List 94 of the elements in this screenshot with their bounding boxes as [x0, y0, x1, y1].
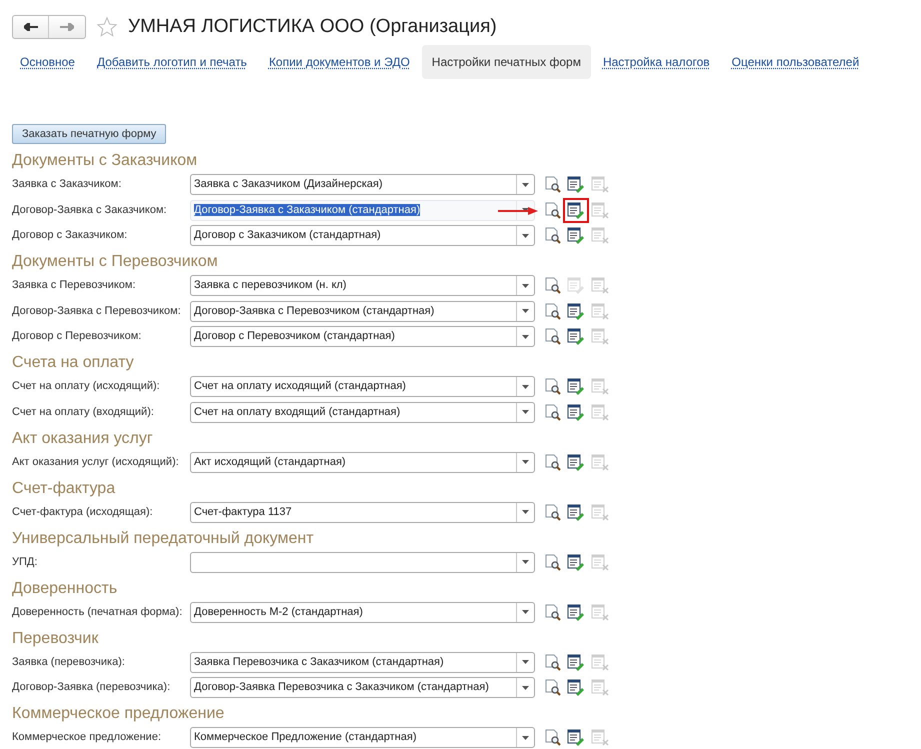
field-label: УПД:	[12, 554, 38, 570]
field-label: Заявка (перевозчика):	[12, 654, 126, 670]
field-label: Заявка с Заказчиком:	[12, 177, 122, 192]
caret-icon	[522, 182, 529, 186]
caret-icon	[522, 284, 529, 288]
field-value: Заявка Перевозчика с Заказчиком (стандартная)	[194, 656, 444, 668]
field-label: Счет на оплату (входящий):	[12, 404, 155, 420]
caret-icon	[522, 736, 529, 740]
preview-icon[interactable]	[544, 679, 561, 696]
field-label: Акт оказания услуг (исходящий):	[12, 454, 180, 470]
field-label: Договор с Перевозчиком:	[12, 329, 142, 344]
field-label: Договор-Заявка с Заказчиком:	[12, 202, 168, 218]
caret-icon	[522, 560, 529, 564]
field-label: Договор-Заявка (перевозчика):	[12, 680, 172, 696]
preview-icon[interactable]	[544, 176, 561, 193]
dropdown-field[interactable]: Договор с Заказчиком (стандартная)	[190, 225, 535, 246]
dropdown-field[interactable]: Счет-фактура 1137	[190, 502, 535, 522]
section-heading: Коммерческое предложение	[12, 704, 226, 724]
dropdown-field[interactable]: Договор-Заявка Перевозчика с Заказчиком (стандартная)	[190, 677, 535, 698]
tab[interactable]: Оценки пользователей	[722, 45, 870, 79]
field-value: Договор-Заявка с Перевозчиком (стандартная)	[194, 304, 434, 317]
section-heading: Счет-фактура	[12, 478, 116, 498]
preview-icon[interactable]	[544, 378, 561, 395]
field-value: Коммерческое Предложение (стандартная)	[194, 731, 416, 744]
edit-button[interactable]	[563, 198, 589, 222]
field-label: Коммерческое предложение:	[12, 730, 162, 746]
preview-icon[interactable]	[544, 554, 561, 570]
preview-icon[interactable]	[544, 404, 561, 420]
caret-icon	[522, 460, 529, 464]
preview-icon[interactable]	[544, 504, 561, 520]
window-title: УМНАЯ ЛОГИСТИКА ООО (Организация)	[128, 14, 497, 39]
dropdown-field[interactable]: Договор с Перевозчиком (стандартная)	[190, 326, 535, 347]
preview-icon[interactable]	[544, 654, 561, 670]
tab[interactable]: Копии документов и ЭДО	[258, 45, 420, 79]
tab[interactable]: Основное	[10, 45, 85, 79]
caret-icon	[522, 384, 529, 388]
dropdown-field[interactable]: Коммерческое Предложение (стандартная)	[190, 727, 535, 748]
caret-icon	[522, 309, 529, 313]
section-heading: Перевозчик	[12, 628, 100, 648]
section-heading: Документы с Перевозчиком	[12, 252, 219, 272]
order-print-form-button[interactable]: Заказать печатную форму	[12, 124, 166, 144]
preview-icon[interactable]	[544, 277, 561, 294]
field-value: Договор с Заказчиком (стандартная)	[194, 229, 381, 242]
caret-icon	[522, 410, 529, 414]
dropdown-field[interactable]: Доверенность М-2 (стандартная)	[190, 602, 535, 622]
star-icon[interactable]	[96, 16, 118, 38]
field-label: Договор-Заявка с Перевозчиком:	[12, 304, 182, 319]
dropdown-field[interactable]: Договор-Заявка с Заказчиком (стандартная)	[190, 200, 535, 220]
section-heading: Документы с Заказчиком	[12, 151, 198, 171]
field-value: Счет на оплату исходящий (стандартная)	[194, 380, 406, 392]
field-label: Доверенность (печатная форма):	[12, 604, 184, 620]
caret-icon	[522, 510, 529, 514]
back-arrow-icon	[24, 23, 38, 31]
preview-icon[interactable]	[544, 227, 561, 244]
preview-icon[interactable]	[544, 604, 561, 620]
section-heading: Универсальный передаточный документ	[12, 528, 315, 548]
field-value: Заявка с Заказчиком (Дизайнерская)	[194, 178, 383, 190]
tab[interactable]: Настройки печатных форм	[422, 45, 591, 79]
preview-icon[interactable]	[544, 454, 561, 470]
dropdown-field[interactable]: Заявка с перевозчиком (н. кл)	[190, 275, 535, 296]
field-value: Заявка с перевозчиком (н. кл)	[194, 279, 346, 292]
field-value: Счет на оплату входящий (стандартная)	[194, 406, 400, 418]
section-heading: Доверенность	[12, 578, 118, 598]
caret-icon	[522, 234, 529, 238]
caret-icon	[522, 610, 529, 614]
tab[interactable]: Добавить логотип и печать	[86, 45, 257, 79]
field-label: Счет на оплату (исходящий):	[12, 379, 161, 394]
field-label: Заявка с Перевозчиком:	[12, 278, 137, 294]
preview-icon[interactable]	[544, 202, 561, 218]
section-heading: Счета на оплату	[12, 353, 135, 373]
caret-icon	[522, 334, 529, 338]
field-value: Договор-Заявка Перевозчика с Заказчиком (стандартная)	[194, 681, 489, 694]
preview-icon[interactable]	[544, 729, 561, 746]
field-value: Доверенность М-2 (стандартная)	[194, 606, 363, 618]
dropdown-field[interactable]: Счет на оплату входящий (стандартная)	[190, 402, 535, 422]
section-heading: Акт оказания услуг	[12, 428, 154, 448]
preview-icon[interactable]	[544, 302, 561, 320]
forward-arrow-icon	[60, 23, 74, 31]
preview-icon[interactable]	[544, 328, 561, 345]
field-label: Счет-фактура (исходящая):	[12, 504, 154, 520]
tab[interactable]: Настройка налогов	[592, 45, 720, 79]
dropdown-field[interactable]	[190, 552, 535, 572]
field-value: Счет-фактура 1137	[194, 506, 292, 518]
field-value: Договор-Заявка с Заказчиком (стандартная)	[194, 204, 420, 216]
caret-icon	[522, 660, 529, 664]
dropdown-field[interactable]: Договор-Заявка с Перевозчиком (стандартная)	[190, 300, 535, 322]
caret-icon	[522, 686, 529, 690]
field-label: Договор с Заказчиком:	[12, 228, 128, 244]
dropdown-field[interactable]: Акт исходящий (стандартная)	[190, 452, 535, 472]
dropdown-field[interactable]: Заявка с Заказчиком (Дизайнерская)	[190, 174, 535, 195]
dropdown-field[interactable]: Заявка Перевозчика с Заказчиком (стандартная)	[190, 652, 535, 672]
field-value: Акт исходящий (стандартная)	[194, 456, 346, 468]
field-value: Договор с Перевозчиком (стандартная)	[194, 330, 395, 342]
dropdown-field[interactable]: Счет на оплату исходящий (стандартная)	[190, 376, 535, 397]
